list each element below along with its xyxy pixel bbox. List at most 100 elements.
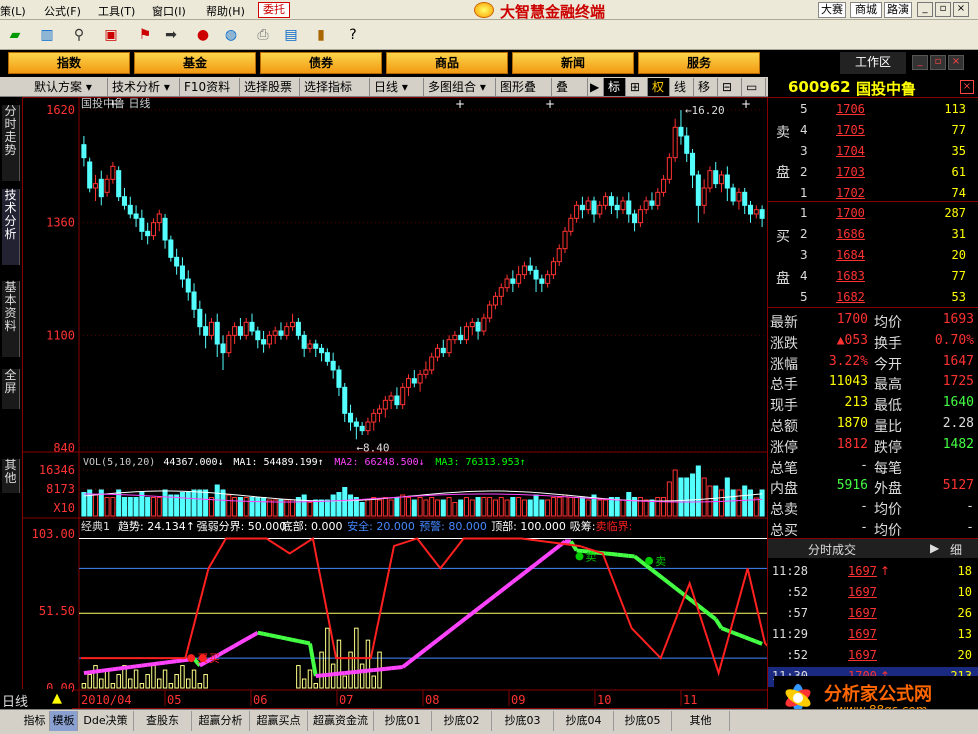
volume-bar (110, 497, 116, 517)
nav-commodity[interactable]: 商品 (386, 52, 508, 74)
print-icon[interactable]: ⎙ (252, 25, 274, 45)
buy-price[interactable]: 1684 (836, 248, 865, 262)
sell-price[interactable]: 1703 (836, 165, 865, 179)
contest-button[interactable]: 大赛 (818, 2, 846, 18)
volume-bar (626, 492, 632, 517)
bottom-tab[interactable]: 其他 (672, 711, 730, 731)
sell-price[interactable]: 1704 (836, 144, 865, 158)
stock-header: 600962 国投中鲁 × (768, 77, 978, 98)
toggle-mark[interactable]: 标 (604, 78, 626, 96)
nav-bond[interactable]: 债券 (260, 52, 382, 74)
panel-minimize-icon[interactable]: _ (912, 55, 928, 70)
tab-technical[interactable]: 技术分析 (2, 189, 20, 265)
tab-fundamental[interactable]: 基本资料 (2, 281, 20, 357)
bottom-tab[interactable]: 模板 (50, 711, 78, 731)
trend-segment (476, 602, 486, 611)
bottom-tab[interactable]: 指标 (20, 711, 50, 731)
bottom-tab[interactable]: 抄底01 (374, 711, 432, 731)
select-stock-button[interactable]: 选择股票 (240, 78, 300, 96)
ticks-title: 分时成交 (808, 543, 857, 557)
scheme-select[interactable]: 默认方案 ▾ (30, 78, 108, 96)
volume-bar (568, 497, 574, 517)
close-icon[interactable]: × (953, 2, 969, 17)
stat-value: 2.28 (942, 416, 974, 431)
bottom-tab[interactable]: 抄底03 (492, 711, 554, 731)
bottom-tab[interactable]: Dde决策 (78, 711, 134, 731)
menu-tools[interactable]: 工具(T) (98, 3, 135, 19)
f10-button[interactable]: F10资料 (180, 78, 240, 96)
ticks-play-icon[interactable]: ▶ (930, 541, 939, 555)
buy-price[interactable]: 1682 (836, 290, 865, 304)
period-up-icon[interactable]: ▲ (52, 691, 62, 706)
workarea-tab[interactable]: 工作区 (840, 52, 906, 74)
flag-icon[interactable]: ▰ (4, 25, 26, 45)
toggle-move[interactable]: 移 (694, 78, 718, 96)
period-select[interactable]: 日线 ▾ (370, 78, 424, 96)
menu-formula[interactable]: 公式(F) (44, 3, 81, 19)
zoom-icon[interactable]: ⊟ (718, 78, 742, 96)
bottom-tab[interactable]: 抄底04 (554, 711, 614, 731)
nav-news[interactable]: 新闻 (512, 52, 634, 74)
chart-svg[interactable]: 162013601100840国投中鲁 日线←16.20←8.40+ + + +VOL… (23, 98, 767, 708)
menu-help[interactable]: 帮助(H) (206, 3, 245, 19)
filter-icon[interactable]: ◍ (220, 25, 242, 45)
bottom-tab[interactable]: 抄底05 (614, 711, 672, 731)
sell-price[interactable]: 1706 (836, 102, 865, 116)
layout-icon[interactable]: ▤ (280, 25, 302, 45)
nav-index[interactable]: 指数 (8, 52, 130, 74)
window-icon[interactable]: ▣ (100, 25, 122, 45)
books-icon[interactable]: ▮ (310, 25, 332, 45)
ticks-detail-button[interactable]: 细 (950, 541, 962, 558)
toggle-rights[interactable]: 权 (648, 78, 670, 96)
bottom-tab[interactable]: 超赢买点 (250, 711, 308, 731)
overlay-button[interactable]: 图形叠加 (496, 78, 552, 112)
nav-bar: 指数 基金 债券 商品 新闻 服务 工作区 _ ▫ × (0, 50, 978, 76)
binoculars-icon[interactable]: ⚲ (68, 25, 90, 45)
chart-icon[interactable]: ▥ (36, 25, 58, 45)
close-quote-icon[interactable]: × (960, 80, 974, 94)
toggle-line[interactable]: 线 (670, 78, 694, 96)
panel-close-icon[interactable]: × (948, 55, 964, 70)
arrow-right-icon[interactable]: ➡ (160, 25, 182, 45)
candle (301, 331, 307, 357)
minimize-icon[interactable]: _ (917, 2, 933, 17)
tab-fullscreen[interactable]: 全屏 (2, 369, 20, 409)
nav-fund[interactable]: 基金 (134, 52, 256, 74)
tech-analysis-select[interactable]: 技术分析 ▾ (108, 78, 180, 96)
red-circle-icon[interactable]: ● (192, 25, 214, 45)
buy-price[interactable]: 1686 (836, 227, 865, 241)
alert-icon[interactable]: ⚑ (134, 25, 156, 45)
bottom-tab[interactable]: 超赢分析 (192, 711, 250, 731)
nav-service[interactable]: 服务 (638, 52, 760, 74)
svg-text:卖: 卖 (586, 550, 597, 563)
mall-button[interactable]: 商城 (850, 2, 882, 18)
tab-other[interactable]: 其他 (2, 459, 20, 493)
bottom-tab[interactable]: 抄底02 (432, 711, 492, 731)
panel-restore-icon[interactable]: ▫ (930, 55, 946, 70)
buy-price[interactable]: 1700 (836, 206, 865, 220)
tab-intraday[interactable]: 分时走势 (2, 105, 20, 181)
menu-policy[interactable]: 策(L) (0, 3, 26, 19)
tick-price: 1697 (848, 564, 877, 578)
overlay-extra-button[interactable]: 叠 (552, 78, 588, 96)
trade-button[interactable]: 委托 (258, 2, 290, 18)
crosshair-icon[interactable]: ⊞ (626, 78, 648, 96)
restore-icon[interactable]: ▫ (935, 2, 951, 17)
help-cursor-icon[interactable]: ? (342, 25, 364, 45)
sell-price[interactable]: 1702 (836, 186, 865, 200)
roadshow-button[interactable]: 路演 (884, 2, 912, 18)
volume-bar (498, 497, 504, 517)
play-icon[interactable]: ▶ (588, 78, 604, 96)
expand-icon[interactable]: ▭ (742, 78, 766, 96)
bottom-tab[interactable]: 查股东 (134, 711, 192, 731)
buy-price[interactable]: 1683 (836, 269, 865, 283)
volume-bar (185, 492, 191, 517)
select-indicator-button[interactable]: 选择指标 (300, 78, 370, 96)
tick-volume: 10 (957, 585, 972, 599)
menu-window[interactable]: 窗口(I) (152, 3, 186, 19)
stat-label: 换手 (874, 335, 902, 352)
sell-price[interactable]: 1705 (836, 123, 865, 137)
bottom-tab[interactable]: 超赢资金流 (308, 711, 374, 731)
stat-label: 涨停 (770, 439, 798, 456)
multi-chart-select[interactable]: 多图组合 ▾ (424, 78, 496, 96)
